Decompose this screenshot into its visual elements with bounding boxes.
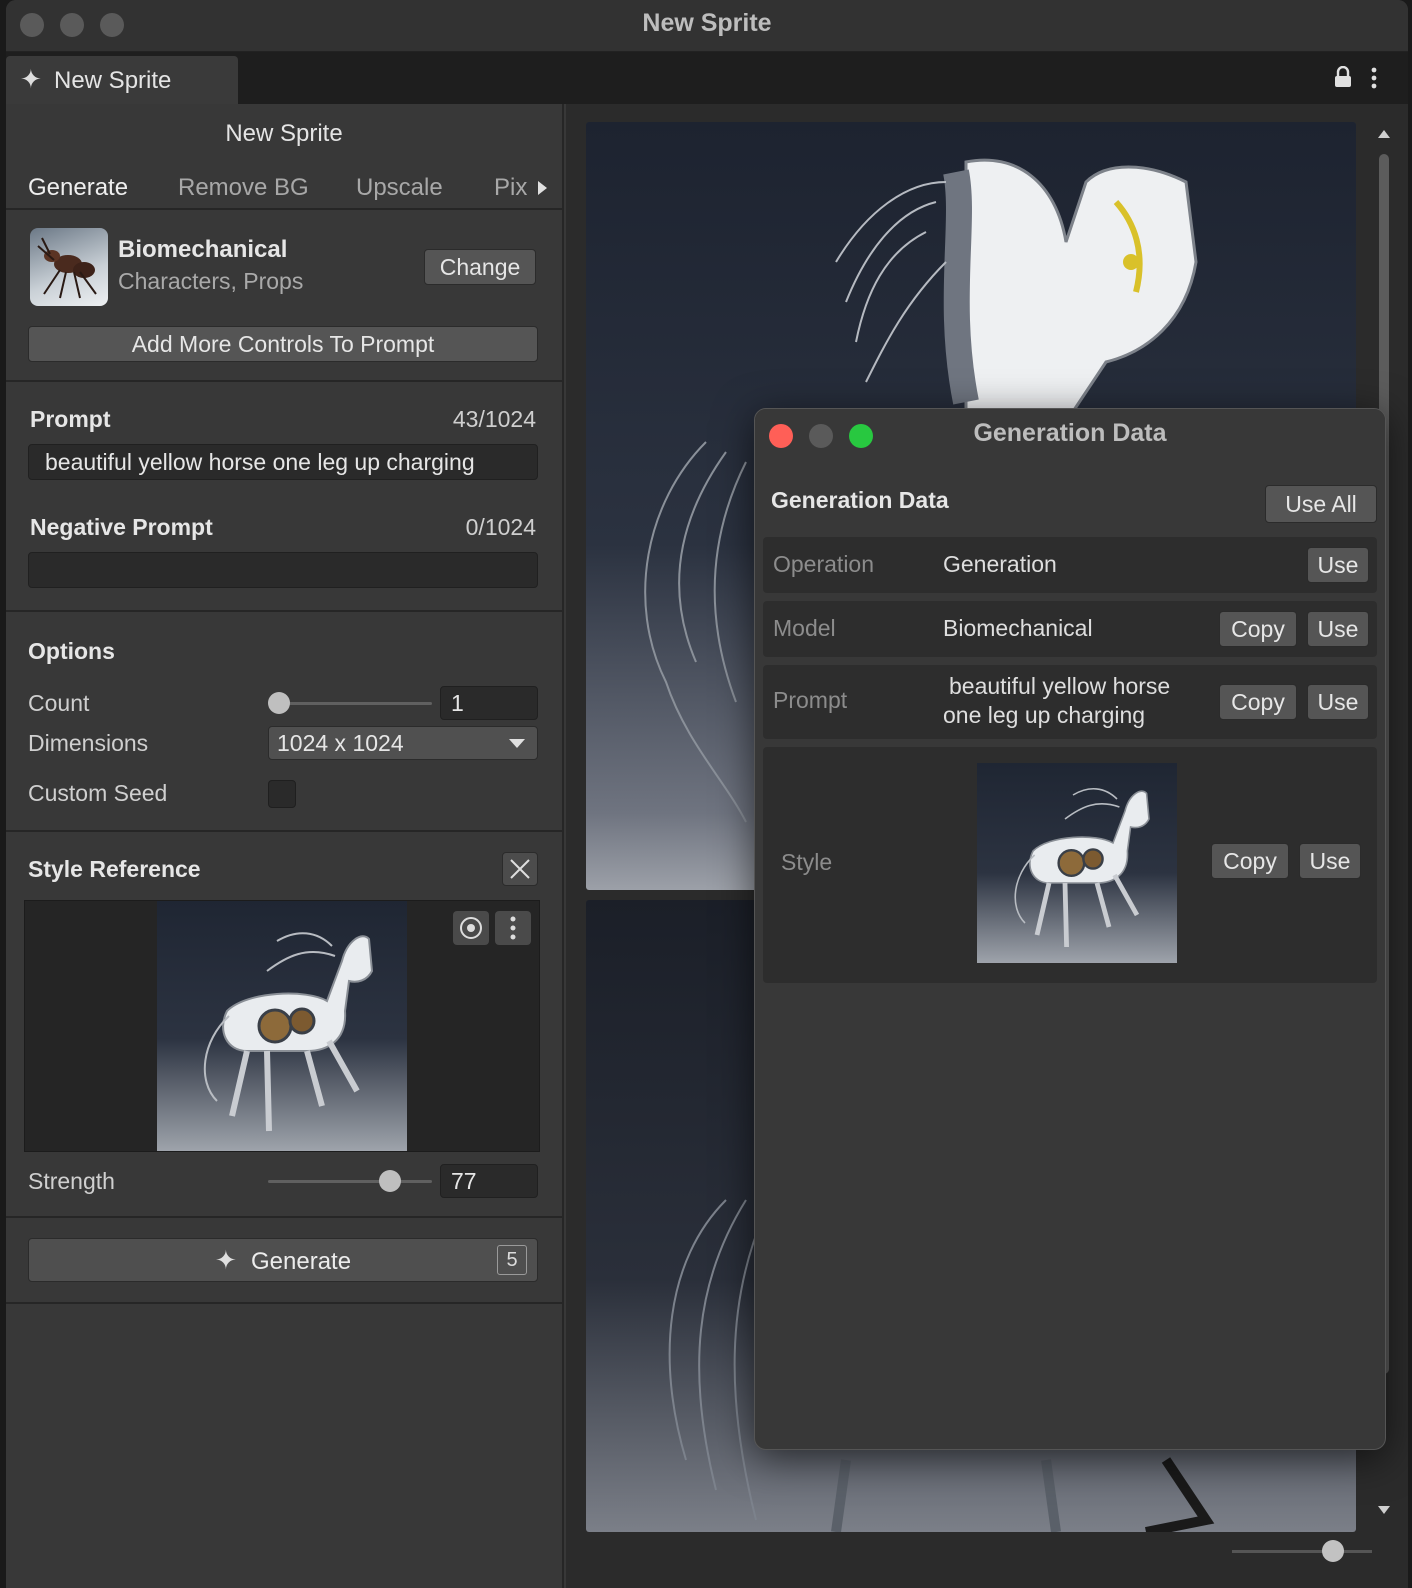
count-label: Count	[28, 690, 90, 716]
sparkle-icon: ✦	[20, 64, 42, 94]
style-key: Style	[781, 849, 833, 875]
style-reference-well[interactable]	[24, 900, 540, 1152]
generate-button[interactable]: ✦ Generate 5	[28, 1238, 538, 1282]
tabs-scroll-right-icon[interactable]	[536, 180, 548, 196]
use-all-button[interactable]: Use All	[1265, 485, 1377, 523]
tab-generate[interactable]: Generate	[28, 174, 128, 202]
window-titlebar: New Sprite	[6, 0, 1408, 52]
negative-prompt-input[interactable]	[28, 552, 538, 588]
generate-label: Generate	[251, 1248, 352, 1275]
style-reference-image	[157, 901, 407, 1151]
model-name: Biomechanical	[118, 236, 288, 263]
remove-style-reference-button[interactable]	[502, 852, 538, 886]
close-icon	[510, 859, 530, 879]
prompt-label: Prompt	[30, 406, 111, 432]
gd-row-prompt: Prompt beautiful yellow horse one leg up…	[763, 665, 1377, 739]
custom-seed-label: Custom Seed	[28, 780, 168, 806]
dimensions-value: 1024 x 1024	[277, 730, 404, 756]
operation-value: Generation	[943, 551, 1057, 577]
editor-window: New Sprite ✦ New Sprite New Sprite Gener…	[6, 0, 1408, 1588]
use-style-button[interactable]: Use	[1299, 843, 1361, 879]
count-slider-knob[interactable]	[268, 692, 290, 714]
gd-row-operation: Operation Generation Use	[763, 537, 1377, 593]
more-options-icon	[510, 916, 516, 940]
tab-remove-bg[interactable]: Remove BG	[178, 174, 309, 202]
tab-upscale[interactable]: Upscale	[356, 174, 443, 202]
panel-title: New Sprite	[225, 120, 343, 147]
copy-prompt-button[interactable]: Copy	[1219, 684, 1297, 720]
target-icon	[460, 917, 482, 939]
model-value: Biomechanical	[943, 615, 1093, 641]
zoom-slider-knob[interactable]	[1322, 1540, 1344, 1562]
tab-new-sprite[interactable]: ✦ New Sprite	[6, 56, 238, 104]
add-controls-button[interactable]: Add More Controls To Prompt	[28, 326, 538, 362]
generator-panel: New Sprite Generate Remove BG Upscale Pi…	[6, 104, 564, 1588]
dimensions-dropdown[interactable]: 1024 x 1024	[268, 726, 538, 760]
count-slider-track[interactable]	[268, 702, 432, 705]
prompt-key: Prompt	[773, 687, 848, 713]
change-model-button[interactable]: Change	[424, 249, 536, 285]
generation-data-window: Generation Data Generation Data Use All …	[754, 408, 1386, 1450]
prompt-char-count: 43/1024	[452, 406, 536, 432]
copy-model-button[interactable]: Copy	[1219, 611, 1297, 647]
zoom-slider-track[interactable]	[1232, 1550, 1372, 1553]
use-prompt-button[interactable]: Use	[1307, 684, 1369, 720]
style-thumbnail	[977, 763, 1177, 963]
gd-heading: Generation Data	[771, 487, 949, 513]
strength-label: Strength	[28, 1168, 115, 1194]
strength-input[interactable]: 77	[440, 1164, 538, 1198]
lock-icon[interactable]	[1334, 66, 1352, 88]
strength-slider-track[interactable]	[268, 1180, 432, 1183]
generate-cost-badge: 5	[497, 1245, 527, 1275]
prompt-input[interactable]: beautiful yellow horse one leg up chargi…	[28, 444, 538, 480]
copy-style-button[interactable]: Copy	[1211, 843, 1289, 879]
dimensions-label: Dimensions	[28, 730, 149, 756]
negative-prompt-label: Negative Prompt	[30, 514, 213, 540]
prompt-value-line-2: one leg up charging	[943, 702, 1146, 728]
prompt-value-line-1: beautiful yellow horse	[949, 673, 1171, 699]
model-thumbnail[interactable]	[30, 228, 108, 306]
count-input[interactable]: 1	[440, 686, 538, 720]
custom-seed-checkbox[interactable]	[268, 780, 296, 808]
more-options-icon[interactable]	[1370, 66, 1378, 90]
strength-slider-knob[interactable]	[379, 1170, 401, 1192]
tab-label: New Sprite	[54, 67, 172, 94]
tab-pix[interactable]: Pix	[494, 174, 527, 202]
sparkle-icon: ✦	[215, 1245, 237, 1275]
gd-row-style: Style Copy Use	[763, 747, 1377, 983]
gd-window-title: Generation Data	[973, 419, 1167, 447]
options-heading: Options	[28, 638, 115, 664]
target-button[interactable]	[453, 911, 489, 945]
chevron-down-icon	[509, 739, 525, 748]
use-model-button[interactable]: Use	[1307, 611, 1369, 647]
negative-prompt-char-count: 0/1024	[465, 514, 536, 540]
operation-key: Operation	[773, 551, 875, 577]
model-tags: Characters, Props	[118, 268, 304, 294]
tab-bar: ✦ New Sprite	[6, 52, 1408, 104]
style-reference-heading: Style Reference	[28, 856, 201, 882]
model-key: Model	[773, 615, 836, 641]
generation-data-titlebar: Generation Data	[755, 409, 1385, 463]
gd-row-model: Model Biomechanical Copy Use	[763, 601, 1377, 657]
use-operation-button[interactable]: Use	[1307, 547, 1369, 583]
window-title: New Sprite	[642, 9, 772, 37]
style-reference-menu-button[interactable]	[495, 911, 531, 945]
